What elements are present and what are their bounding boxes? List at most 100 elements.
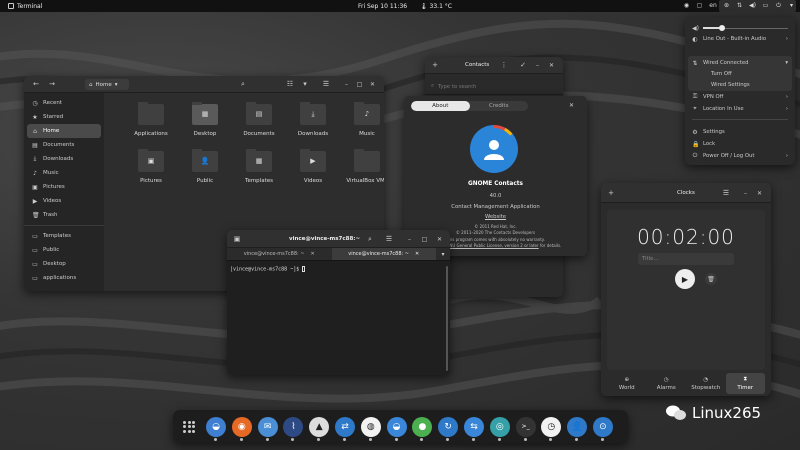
- minimize-button[interactable]: –: [741, 189, 750, 198]
- terminal-tab-2[interactable]: vince@vince-ms7c88: ~ ✕: [331, 248, 436, 260]
- minimize-button[interactable]: –: [533, 61, 542, 70]
- tabs-overflow-button[interactable]: ▾: [436, 248, 450, 260]
- app-blue2[interactable]: ◒: [386, 416, 407, 441]
- camera-icon[interactable]: ◎: [489, 416, 510, 441]
- sidebar-item-videos[interactable]: ▶ Videos: [24, 194, 104, 208]
- keyboard-lang[interactable]: en: [708, 1, 718, 10]
- tab-timer[interactable]: ⧗ Timer: [725, 373, 765, 394]
- tab-about[interactable]: About: [411, 101, 470, 111]
- sidebar-item-templates[interactable]: ▭ Templates: [24, 229, 104, 243]
- app-blue[interactable]: ◒: [206, 416, 226, 441]
- search-button[interactable]: ⌕: [237, 78, 249, 90]
- volume-handle[interactable]: [718, 25, 725, 31]
- volume-icon[interactable]: ◀): [748, 1, 757, 10]
- sidebar-item-desktop[interactable]: ▭ Desktop: [24, 257, 104, 271]
- tab-alarms[interactable]: ◷ Alarms: [647, 373, 687, 394]
- timer-title-field[interactable]: Title…: [638, 253, 734, 265]
- close-button[interactable]: ✕: [755, 189, 764, 198]
- monitor-icon[interactable]: ⌇: [283, 416, 304, 441]
- maximize-button[interactable]: □: [355, 80, 364, 89]
- menu-button[interactable]: ☰: [383, 233, 395, 245]
- settings-icon[interactable]: ⊙: [592, 416, 613, 441]
- folder-item[interactable]: ▤ Documents: [232, 102, 286, 137]
- sidebar-item-applications[interactable]: ▭ applications: [24, 271, 104, 285]
- battery-icon[interactable]: ▭: [761, 1, 770, 10]
- inkscape-icon[interactable]: ▲: [309, 416, 330, 441]
- menu-button[interactable]: ☰: [720, 187, 732, 199]
- turn-off-item[interactable]: Turn Off: [692, 69, 788, 79]
- settings-item[interactable]: ⚙ Settings: [692, 127, 788, 137]
- menu-button[interactable]: ⋮: [498, 59, 510, 71]
- search-button[interactable]: ⌕: [364, 233, 376, 245]
- delete-button[interactable]: 🗑: [705, 273, 717, 285]
- maximize-button[interactable]: □: [420, 235, 429, 244]
- sidebar-item-downloads[interactable]: ⤓ Downloads: [24, 152, 104, 166]
- folder-item[interactable]: Applications: [124, 102, 178, 137]
- sidebar-item-starred[interactable]: ★ Starred: [24, 110, 104, 124]
- network-icon[interactable]: ⇅: [735, 1, 744, 10]
- audio-output[interactable]: ◐ Line Out - Built-in Audio ›: [692, 34, 788, 44]
- volume-slider[interactable]: [703, 25, 788, 31]
- tab-stopwatch[interactable]: ◔ Stopwatch: [686, 373, 726, 394]
- tab-credits[interactable]: Credits: [470, 101, 529, 111]
- terminal-tab-1[interactable]: vince@vince-ms7c88: ~ ✕: [227, 248, 332, 260]
- close-button[interactable]: ✕: [368, 80, 377, 89]
- close-button[interactable]: ✕: [547, 61, 556, 70]
- contacts-icon[interactable]: 👤: [567, 416, 588, 441]
- license-link[interactable]: GNU General Public License, version 2 or…: [446, 243, 538, 248]
- close-tab-icon[interactable]: ✕: [415, 251, 419, 257]
- close-button[interactable]: ✕: [435, 235, 444, 244]
- terminal-output[interactable]: [vince@vince-ms7c88 ~]$: [230, 266, 444, 375]
- folder-item[interactable]: ♪ Music: [340, 102, 384, 137]
- green-app-icon[interactable]: ●: [412, 416, 433, 441]
- accessibility-icon[interactable]: ⊛: [722, 1, 731, 10]
- close-button[interactable]: ✕: [567, 101, 576, 110]
- select-button[interactable]: ✓: [517, 59, 529, 71]
- sidebar-item-home[interactable]: ⌂ Home: [27, 124, 101, 138]
- github-icon[interactable]: ◍: [360, 416, 381, 441]
- back-button[interactable]: ←: [30, 78, 42, 90]
- power-item[interactable]: ⏻ Power Off / Log Out ›: [692, 151, 788, 161]
- transfer-icon[interactable]: ⇄: [334, 416, 355, 441]
- add-button[interactable]: +: [605, 187, 617, 199]
- close-tab-icon[interactable]: ✕: [311, 251, 315, 257]
- folder-item[interactable]: VirtualBox VMs: [340, 149, 384, 184]
- view-list-button[interactable]: ☷: [284, 78, 296, 90]
- sidebar-item-pictures[interactable]: ▣ Pictures: [24, 180, 104, 194]
- wired-row[interactable]: ⇅ Wired Connected ▾: [692, 58, 788, 68]
- activities-app-menu[interactable]: Terminal: [0, 3, 42, 10]
- location-row[interactable]: ⌖ Location In Use ›: [692, 104, 788, 114]
- screenshot-icon[interactable]: ◉: [682, 1, 691, 10]
- forward-button[interactable]: →: [46, 78, 58, 90]
- mail-icon[interactable]: ✉: [257, 416, 278, 441]
- timer-display[interactable]: 00:02:00: [601, 225, 771, 249]
- view-options-button[interactable]: ▾: [299, 78, 311, 90]
- temperature-indicator[interactable]: 🌡 33.1 °C: [420, 3, 452, 10]
- folder-item[interactable]: ▣ Pictures: [124, 149, 178, 184]
- transfer2-icon[interactable]: ⇆: [463, 416, 484, 441]
- sidebar-item-trash[interactable]: 🗑 Trash: [24, 208, 104, 222]
- firefox-icon[interactable]: ◉: [231, 416, 252, 441]
- path-bar[interactable]: ⌂ Home ▾: [85, 79, 129, 90]
- sidebar-item-music[interactable]: ♪ Music: [24, 166, 104, 180]
- sidebar-item-recent[interactable]: ◷ Recent: [24, 96, 104, 110]
- folder-item[interactable]: ▶ Videos: [286, 149, 340, 184]
- sidebar-item-documents[interactable]: ▤ Documents: [24, 138, 104, 152]
- extension-icon[interactable]: ▢: [695, 1, 704, 10]
- wired-settings-item[interactable]: Wired Settings: [692, 80, 788, 90]
- minimize-button[interactable]: –: [342, 80, 351, 89]
- terminal-scrollbar[interactable]: [446, 266, 448, 371]
- folder-item[interactable]: ⤓ Downloads: [286, 102, 340, 137]
- website-link[interactable]: Website: [404, 214, 587, 220]
- sidebar-item-public[interactable]: ▭ Public: [24, 243, 104, 257]
- contacts-search[interactable]: ⌕ Type to search: [431, 81, 557, 92]
- power-icon[interactable]: ⏻: [774, 1, 783, 10]
- folder-item[interactable]: ▦ Desktop: [178, 102, 232, 137]
- folder-item[interactable]: 👤 Public: [178, 149, 232, 184]
- minimize-button[interactable]: –: [405, 235, 414, 244]
- lock-item[interactable]: 🔒 Lock: [692, 139, 788, 149]
- chevron-down-icon[interactable]: ▾: [787, 1, 796, 10]
- new-tab-button[interactable]: ▣: [231, 233, 243, 245]
- menu-button[interactable]: ☰: [320, 78, 332, 90]
- vpn-row[interactable]: ⚿ VPN Off ›: [692, 92, 788, 102]
